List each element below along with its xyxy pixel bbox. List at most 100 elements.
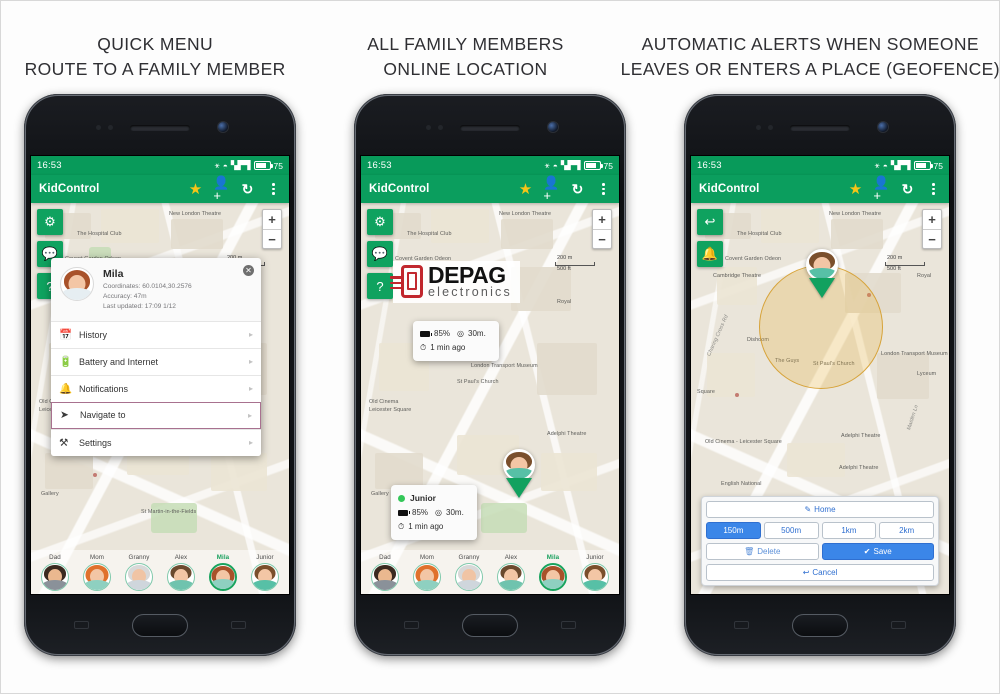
settings-gear-icon[interactable]: ⚙	[37, 209, 63, 235]
signal-icon: ▚▛▜	[890, 160, 911, 170]
geofence-editor-panel[interactable]: ✎ Home 150m 500m 1km 2km 🗑 Delete ✔ Save…	[701, 496, 939, 586]
chevron-right-icon: ▸	[248, 330, 253, 340]
home-button[interactable]	[132, 614, 188, 637]
avatar	[806, 249, 838, 281]
menu-item-label: Battery and Internet	[79, 356, 159, 367]
map-label: Adelphi Theatre	[841, 433, 881, 439]
family-members-bar-2[interactable]: Dad Mom Granny Alex Mila Junior	[361, 550, 619, 594]
family-member-granny[interactable]: Granny	[451, 554, 487, 591]
signal-icon: ▚▛▜	[560, 160, 581, 170]
family-member-mila[interactable]: Mila	[535, 554, 571, 591]
recents-key[interactable]	[734, 621, 749, 629]
save-button[interactable]: ✔ Save	[821, 543, 934, 560]
radius-option-500m[interactable]: 500m	[763, 522, 819, 539]
family-member-granny[interactable]: Granny	[121, 554, 157, 591]
front-camera-icon	[218, 122, 228, 132]
heading-3-line-1: AUTOMATIC ALERTS WHEN SOMEONE	[641, 34, 979, 55]
member-info-card-junior[interactable]: Junior 85% ◎ 30m. ⏱ 1 min ago	[391, 485, 477, 540]
back-key[interactable]	[561, 621, 576, 629]
refresh-icon[interactable]: ↻	[900, 182, 915, 197]
chevron-right-icon: ▸	[248, 438, 253, 448]
map-canvas-3[interactable]: New London Theatre The Hospital Club Cov…	[691, 203, 949, 594]
menu-item-notifications[interactable]: 🔔 Notifications ▸	[51, 374, 261, 402]
marker-pointer	[809, 278, 835, 298]
radius-option-150m[interactable]: 150m	[706, 522, 761, 539]
family-member-dad[interactable]: Dad	[37, 554, 73, 591]
close-icon[interactable]: ✕	[243, 265, 254, 276]
recents-key[interactable]	[404, 621, 419, 629]
settings-gear-icon[interactable]: ⚙	[367, 209, 393, 235]
family-member-alex[interactable]: Alex	[163, 554, 199, 591]
overflow-menu-icon[interactable]	[266, 182, 281, 197]
overflow-menu-icon[interactable]	[926, 182, 941, 197]
phone-2-screen: 16:53 ⚹ ◓ ▚▛▜ 75 KidControl ★ 👤+ ↻ New L…	[360, 155, 620, 595]
family-member-label: Mila	[546, 554, 560, 561]
add-person-icon[interactable]: 👤+	[543, 176, 559, 202]
member-detail-popup[interactable]: Mila Coordinates: 60.0104,30.2576 Accura…	[51, 258, 261, 456]
zoom-in-button[interactable]: +	[923, 210, 941, 229]
family-member-junior[interactable]: Junior	[577, 554, 613, 591]
overflow-menu-icon[interactable]	[596, 182, 611, 197]
geofence-radius-group[interactable]: 150m 500m 1km 2km	[706, 522, 934, 539]
member-map-marker-junior[interactable]	[503, 449, 535, 498]
family-member-mila[interactable]: Mila	[205, 554, 241, 591]
star-icon[interactable]: ★	[188, 182, 203, 197]
headings-row: QUICK MENU ROUTE TO A FAMILY MEMBER ALL …	[0, 0, 1000, 92]
speed-lines-icon	[390, 276, 403, 292]
map-canvas-1[interactable]: New London Theatre The Hospital Club Cov…	[31, 203, 289, 594]
bell-icon[interactable]: 🔔	[697, 241, 723, 267]
status-time: 16:53	[37, 160, 62, 171]
zoom-out-button[interactable]: −	[263, 229, 281, 248]
delete-button[interactable]: 🗑 Delete	[706, 543, 819, 560]
chat-icon[interactable]: 💬	[367, 241, 393, 267]
family-member-label: Alex	[174, 554, 188, 561]
family-member-mom[interactable]: Mom	[409, 554, 445, 591]
back-arrow-icon[interactable]: ↩	[697, 209, 723, 235]
home-button[interactable]	[462, 614, 518, 637]
add-person-icon[interactable]: 👤+	[873, 176, 889, 202]
family-member-junior[interactable]: Junior	[247, 554, 283, 591]
chevron-right-icon: ▸	[248, 384, 253, 394]
zoom-out-button[interactable]: −	[593, 229, 611, 248]
zoom-in-button[interactable]: +	[263, 210, 281, 229]
gps-icon: ◎	[457, 329, 464, 338]
member-map-marker[interactable]	[806, 249, 838, 298]
home-button[interactable]	[792, 614, 848, 637]
refresh-icon[interactable]: ↻	[570, 182, 585, 197]
menu-item-history[interactable]: 📅 History ▸	[51, 320, 261, 348]
radius-option-2km[interactable]: 2km	[879, 522, 934, 539]
map-canvas-2[interactable]: New London Theatre The Hospital Club Cov…	[361, 203, 619, 594]
star-icon[interactable]: ★	[848, 182, 863, 197]
zoom-in-button[interactable]: +	[593, 210, 611, 229]
front-camera-icon	[548, 122, 558, 132]
map-zoom-controls[interactable]: + −	[592, 209, 612, 249]
menu-item-label: History	[79, 329, 108, 340]
family-members-bar-1[interactable]: Dad Mom Granny Alex Mila Junior	[31, 550, 289, 594]
cancel-button[interactable]: ↩ Cancel	[706, 564, 934, 581]
card-distance: 30m.	[446, 507, 464, 517]
member-info-card-top[interactable]: 85% ◎ 30m. ⏱ 1 min ago	[413, 321, 499, 361]
popup-last-updated: Last updated: 17:09 1/12	[103, 303, 176, 311]
status-time: 16:53	[697, 160, 722, 171]
add-person-icon[interactable]: 👤+	[213, 176, 229, 202]
refresh-icon[interactable]: ↻	[240, 182, 255, 197]
menu-item-settings[interactable]: ⚒ Settings ▸	[51, 428, 261, 456]
app-bar: KidControl ★ 👤+ ↻	[361, 175, 619, 203]
back-key[interactable]	[231, 621, 246, 629]
family-member-alex[interactable]: Alex	[493, 554, 529, 591]
menu-item-battery-and-internet[interactable]: 🔋 Battery and Internet ▸	[51, 347, 261, 375]
family-member-dad[interactable]: Dad	[367, 554, 403, 591]
recents-key[interactable]	[74, 621, 89, 629]
clock-icon: ⏱	[420, 343, 427, 352]
zoom-out-button[interactable]: −	[923, 229, 941, 248]
map-zoom-controls[interactable]: + −	[922, 209, 942, 249]
star-icon[interactable]: ★	[518, 182, 533, 197]
menu-item-navigate-to[interactable]: ➤ Navigate to ▸	[51, 401, 261, 429]
map-zoom-controls[interactable]: + −	[262, 209, 282, 249]
geofence-name-button[interactable]: ✎ Home	[706, 501, 934, 518]
radius-option-1km[interactable]: 1km	[821, 522, 877, 539]
light-sensor-icon	[768, 125, 773, 130]
family-member-mom[interactable]: Mom	[79, 554, 115, 591]
back-key[interactable]	[891, 621, 906, 629]
heading-column-2: ALL FAMILY MEMBERS ONLINE LOCATION	[310, 0, 620, 92]
